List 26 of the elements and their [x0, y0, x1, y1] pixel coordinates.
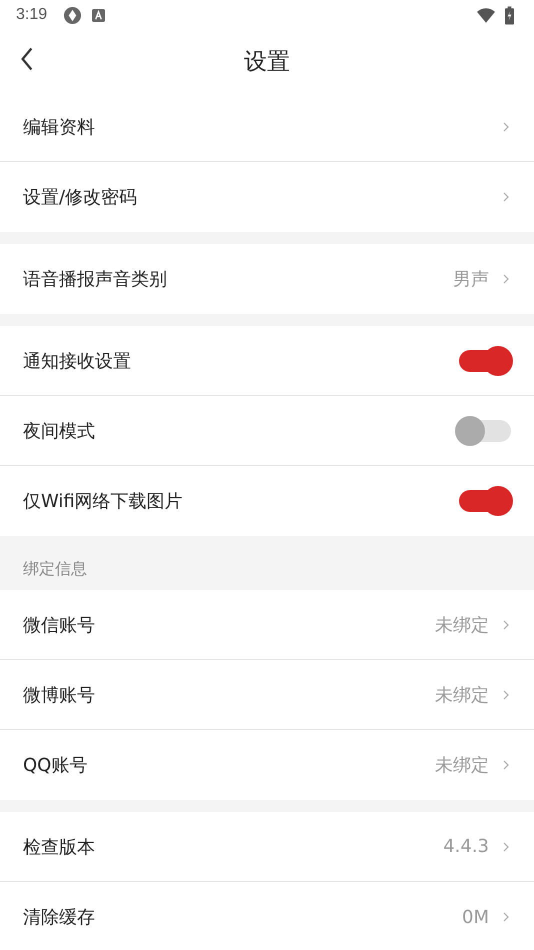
- keyboard-icon: [92, 8, 106, 22]
- section-header: 绑定信息: [23, 559, 87, 580]
- setting-label: 通知接收设置: [23, 350, 131, 372]
- settings-link-row[interactable]: 设置/修改密码: [0, 162, 534, 232]
- chevron-right-icon: [503, 912, 509, 922]
- page-title: 设置: [244, 48, 290, 76]
- wifi-icon: [477, 8, 495, 22]
- settings-link-row[interactable]: QQ账号 未绑定: [0, 730, 534, 800]
- settings-link-row[interactable]: 编辑资料: [0, 92, 534, 162]
- chevron-right-icon: [503, 760, 509, 770]
- settings-link-row[interactable]: 清除缓存 0M: [0, 882, 534, 950]
- settings-link-row[interactable]: 检查版本 4.4.3: [0, 812, 534, 882]
- settings-link-row[interactable]: 微博账号 未绑定: [0, 660, 534, 730]
- chevron-right-icon: [503, 192, 509, 202]
- settings-link-row[interactable]: 微信账号 未绑定: [0, 590, 534, 660]
- chevron-right-icon: [503, 690, 509, 700]
- battery-icon: [505, 6, 514, 24]
- chevron-right-icon: [503, 620, 509, 630]
- chevron-right-icon: [503, 842, 509, 852]
- setting-label: 仅Wifi网络下载图片: [23, 490, 183, 513]
- aperture-icon: [63, 6, 82, 24]
- status-time: 3:19: [16, 6, 48, 24]
- settings-link-row[interactable]: 语音播报声音类别 男声: [0, 244, 534, 314]
- setting-label: 夜间模式: [23, 420, 95, 442]
- chevron-right-icon: [503, 274, 509, 284]
- chevron-right-icon: [503, 122, 509, 132]
